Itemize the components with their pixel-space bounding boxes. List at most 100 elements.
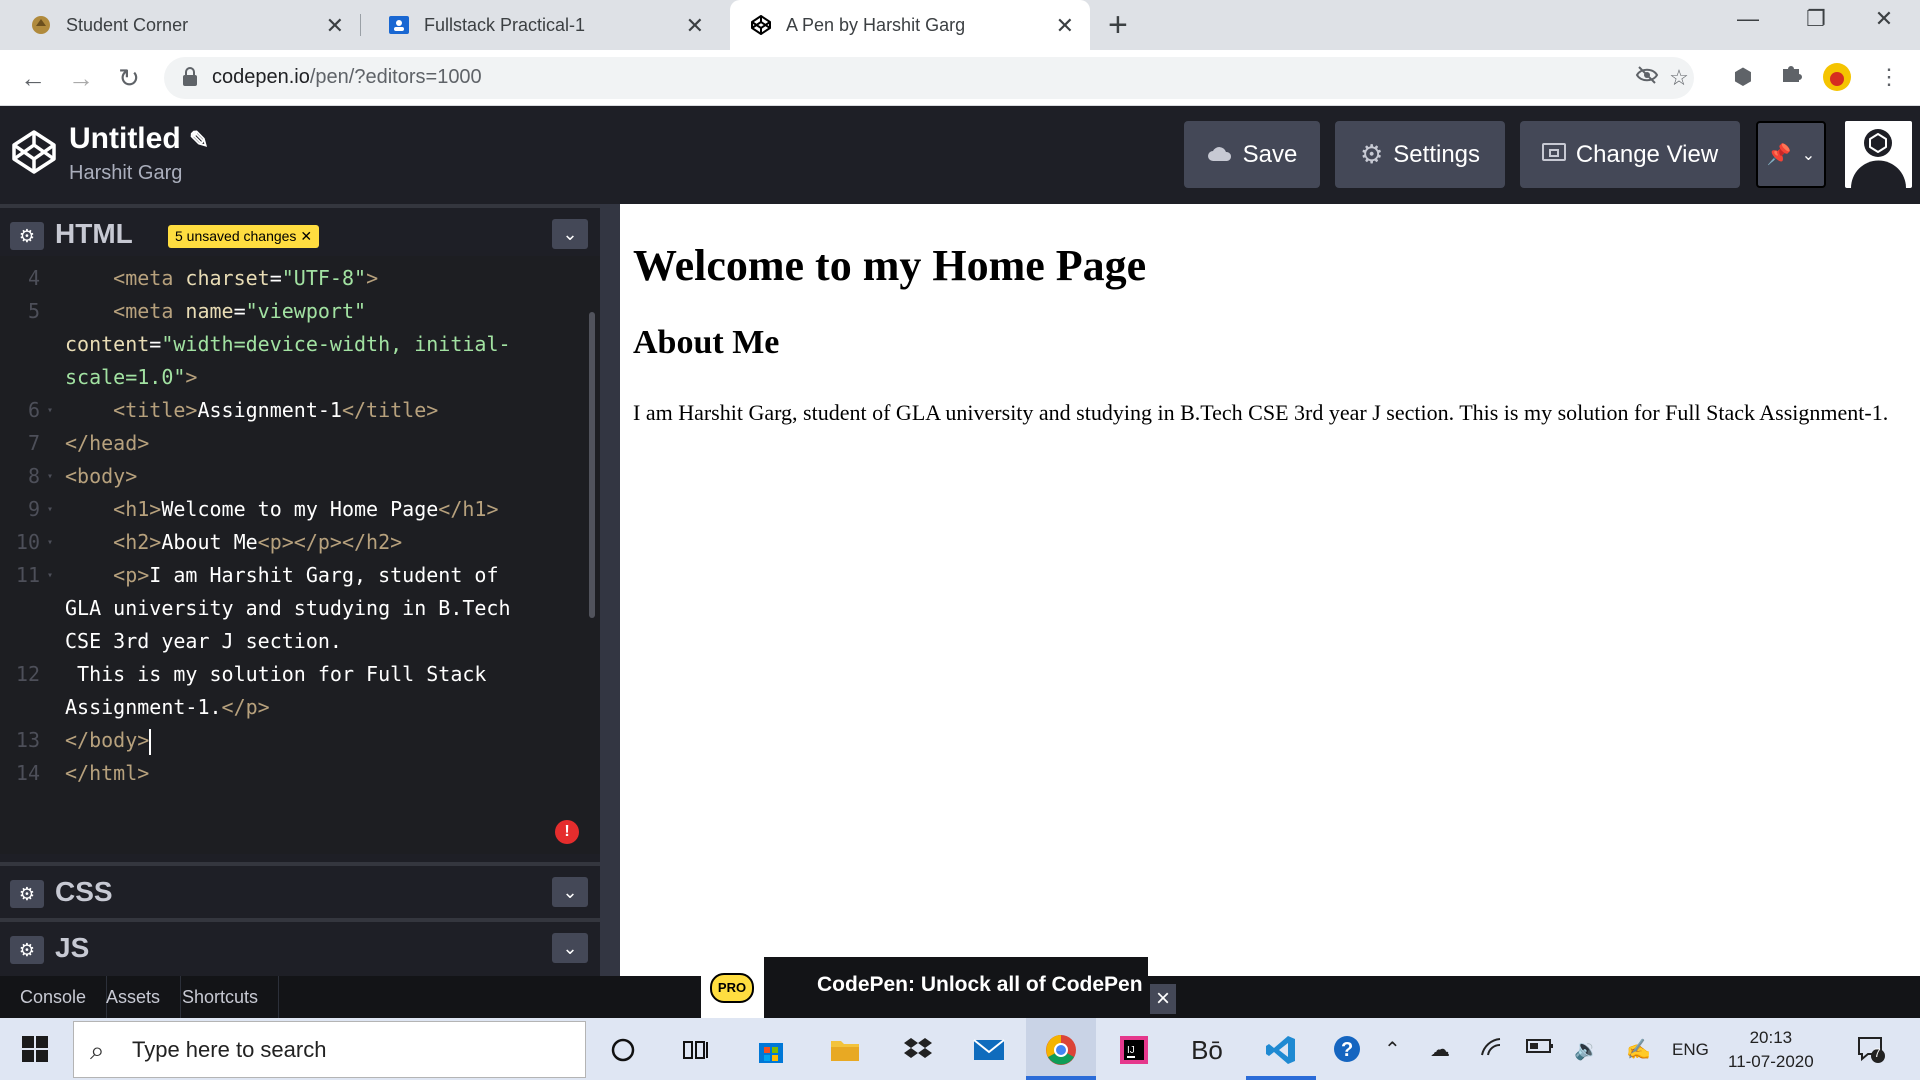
notification-count: 7 xyxy=(1874,1046,1881,1060)
settings-label: Settings xyxy=(1393,140,1481,168)
eye-slash-icon[interactable] xyxy=(1632,63,1662,93)
clock-date: 11-07-2020 xyxy=(1728,1052,1814,1071)
cortana-circle-icon[interactable] xyxy=(604,1031,642,1069)
pin-menu-button[interactable]: 📌 ⌄ xyxy=(1756,121,1826,188)
fold-arrow-icon[interactable]: ▾ xyxy=(47,460,53,493)
language-indicator[interactable]: ENG xyxy=(1672,1040,1709,1060)
battery-icon[interactable] xyxy=(1526,1037,1554,1060)
tab-title: A Pen by Harshit Garg xyxy=(786,14,966,35)
code-line: 13 </body> xyxy=(0,724,590,757)
microsoft-store-icon[interactable] xyxy=(752,1031,790,1069)
pane-resize-divider[interactable] xyxy=(600,204,620,976)
edit-pencil-icon[interactable]: ✎ xyxy=(189,127,209,154)
shortcuts-button[interactable]: Shortcuts xyxy=(162,976,280,1018)
error-alert-icon[interactable]: ! xyxy=(555,820,579,844)
code-text: <title>Assignment-1</title> xyxy=(113,398,439,422)
vscode-icon[interactable] xyxy=(1262,1031,1300,1069)
extensions-puzzle-icon[interactable] xyxy=(1776,62,1806,92)
browser-tab-strip: Student Corner ✕ Fullstack Practical-1 ✕… xyxy=(0,0,1920,50)
code-line: scale=1.0"> xyxy=(0,361,590,394)
chevron-down-icon[interactable]: ⌄ xyxy=(552,877,588,907)
chrome-icon[interactable] xyxy=(1042,1031,1080,1069)
html-pane-title: HTML xyxy=(55,218,133,249)
editor-scrollbar[interactable] xyxy=(589,312,595,618)
browser-tab-student-corner[interactable]: Student Corner ✕ xyxy=(0,0,360,50)
behance-icon[interactable]: Bō xyxy=(1188,1031,1226,1069)
code-line: 4 <meta charset="UTF-8"> xyxy=(0,262,590,295)
browser-menu-icon[interactable]: ⋮ xyxy=(1874,62,1904,92)
codepen-icon xyxy=(750,14,772,36)
code-line: 10 ▾ <h2>About Me<p></p></h2> xyxy=(0,526,590,559)
wifi-icon[interactable] xyxy=(1480,1037,1502,1063)
css-pane-header[interactable]: ⚙ CSS ⌄ xyxy=(0,862,600,914)
js-pane-header[interactable]: ⚙ JS ⌄ xyxy=(0,918,600,970)
address-bar[interactable]: codepen.io/pen/?editors=1000 ☆ xyxy=(164,57,1694,99)
intellij-icon[interactable]: IJ xyxy=(1115,1031,1153,1069)
settings-button[interactable]: ⚙ Settings xyxy=(1335,121,1505,188)
pro-upsell-toast[interactable]: PRO CodePen: Unlock all of CodePen xyxy=(701,957,1148,1018)
extension-cube-icon[interactable]: ⬢ xyxy=(1728,62,1758,92)
profile-avatar[interactable] xyxy=(1822,62,1852,92)
js-pane-title: JS xyxy=(55,932,90,963)
browser-tab-codepen[interactable]: A Pen by Harshit Garg ✕ xyxy=(730,0,1090,50)
browser-tab-fullstack[interactable]: Fullstack Practical-1 ✕ xyxy=(360,0,720,50)
html-settings-gear-icon[interactable]: ⚙ xyxy=(10,222,44,250)
bookmark-star-icon[interactable]: ☆ xyxy=(1664,63,1694,93)
close-icon[interactable]: ✕ xyxy=(300,228,312,244)
change-view-button[interactable]: Change View xyxy=(1520,121,1740,188)
taskbar-search-box[interactable]: ⌕ Type here to search xyxy=(73,1021,586,1078)
notification-center-icon[interactable]: 7 xyxy=(1856,1034,1886,1070)
help-question-icon[interactable]: ? xyxy=(1330,1031,1368,1069)
user-avatar[interactable] xyxy=(1845,121,1912,188)
classroom-icon xyxy=(388,14,410,36)
taskbar-clock[interactable]: 20:13 11-07-2020 xyxy=(1728,1026,1814,1074)
reload-icon[interactable]: ↻ xyxy=(112,61,146,95)
forward-arrow-icon[interactable]: → xyxy=(64,61,98,95)
fold-arrow-icon[interactable]: ▾ xyxy=(47,394,53,427)
close-icon[interactable]: ✕ xyxy=(326,13,344,39)
new-tab-plus-icon[interactable]: + xyxy=(1108,6,1128,45)
chevron-down-icon[interactable]: ⌄ xyxy=(552,219,588,249)
line-number: 7 xyxy=(27,431,40,455)
codepen-logo-icon[interactable] xyxy=(10,128,58,176)
line-number: 4 xyxy=(27,266,40,290)
pen-ink-icon[interactable]: ✍ xyxy=(1626,1037,1651,1062)
tab-title: Fullstack Practical-1 xyxy=(424,14,586,35)
line-number: 5 xyxy=(27,299,40,323)
onedrive-cloud-icon[interactable]: ☁ xyxy=(1430,1037,1450,1062)
lock-icon xyxy=(182,67,198,87)
chevron-down-icon[interactable]: ⌄ xyxy=(552,933,588,963)
restore-icon[interactable]: ❐ xyxy=(1786,6,1846,32)
fold-arrow-icon[interactable]: ▾ xyxy=(47,559,53,592)
show-hidden-icons-chevron-icon[interactable]: ⌃ xyxy=(1384,1037,1401,1062)
minimize-icon[interactable]: — xyxy=(1718,6,1778,32)
js-settings-gear-icon[interactable]: ⚙ xyxy=(10,936,44,964)
code-text: <h1>Welcome to my Home Page</h1> xyxy=(113,497,499,521)
code-line: 9 ▾ <h1>Welcome to my Home Page</h1> xyxy=(0,493,590,526)
file-explorer-icon[interactable] xyxy=(826,1031,864,1069)
close-icon[interactable]: ✕ xyxy=(1056,13,1074,39)
unsaved-changes-badge[interactable]: 5 unsaved changes ✕ xyxy=(168,225,320,248)
fold-arrow-icon[interactable]: ▾ xyxy=(47,493,53,526)
url-text[interactable]: codepen.io/pen/?editors=1000 xyxy=(212,66,482,89)
window-close-icon[interactable]: ✕ xyxy=(1854,6,1914,32)
text-cursor xyxy=(149,728,152,755)
css-settings-gear-icon[interactable]: ⚙ xyxy=(10,880,44,908)
code-text: </body> xyxy=(65,724,152,757)
task-view-icon[interactable] xyxy=(677,1031,715,1069)
dropbox-icon[interactable] xyxy=(899,1031,937,1069)
fold-arrow-icon[interactable]: ▾ xyxy=(47,526,53,559)
pin-icon: 📌 xyxy=(1766,144,1792,166)
mail-icon[interactable] xyxy=(970,1031,1008,1069)
html-code-editor[interactable]: 4 <meta charset="UTF-8"> 5 <meta name="v… xyxy=(0,256,600,854)
save-button[interactable]: Save xyxy=(1184,121,1320,188)
windows-start-icon[interactable] xyxy=(22,1036,48,1062)
toast-close-icon[interactable]: × xyxy=(1150,984,1176,1014)
close-icon[interactable]: ✕ xyxy=(686,13,704,39)
volume-icon[interactable]: 🔉 xyxy=(1574,1037,1599,1062)
line-number: 8 xyxy=(27,464,40,488)
back-arrow-icon[interactable]: ← xyxy=(16,61,50,95)
pen-author[interactable]: Harshit Garg xyxy=(69,162,182,185)
browser-toolbar: ← → ↻ codepen.io/pen/?editors=1000 ☆ ⬢ ⋮ xyxy=(0,50,1920,106)
pen-title[interactable]: Untitled ✎ xyxy=(69,122,209,156)
